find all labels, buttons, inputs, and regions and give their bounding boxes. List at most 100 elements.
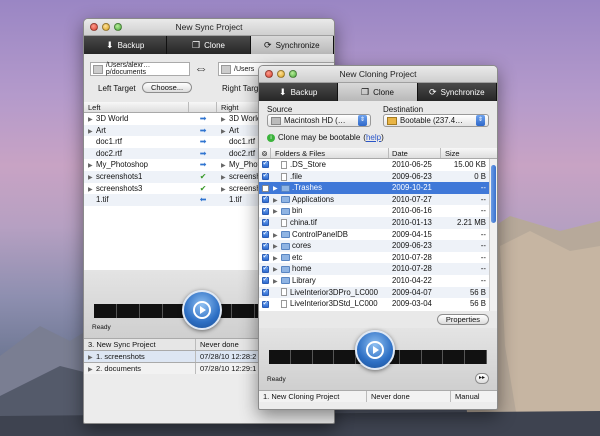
project-state: Never done — [367, 391, 451, 402]
tab-backup[interactable]: ⬇ Backup — [259, 83, 339, 101]
drive-icon — [387, 116, 397, 125]
date-column-header[interactable]: Date — [389, 148, 441, 158]
check-icon[interactable]: ✔ — [189, 171, 217, 183]
include-checkbox[interactable] — [261, 275, 269, 285]
file-date: 2010-06-16 — [392, 206, 432, 216]
close-icon[interactable] — [90, 23, 98, 31]
skip-button[interactable]: ▸▸ — [474, 373, 489, 384]
include-checkbox[interactable] — [261, 217, 269, 227]
disclosure-icon[interactable]: ▶ — [221, 127, 229, 137]
file-row[interactable]: china.tif 2010-01-13 2.21 MB — [259, 216, 489, 229]
disclosure-icon[interactable]: ▶ — [273, 207, 281, 217]
disclosure-icon[interactable]: ▶ — [221, 173, 229, 183]
folder-icon — [281, 231, 290, 238]
destination-popup[interactable]: Bootable (237.4… ⇕ — [383, 114, 489, 127]
file-row[interactable]: ▶ Library 2010-04-22 -- — [259, 275, 489, 287]
include-checkbox[interactable] — [261, 194, 269, 204]
file-row[interactable]: ▶ cores 2009-06-23 -- — [259, 240, 489, 252]
disclosure-icon[interactable]: ▶ — [88, 364, 96, 376]
file-row[interactable]: LiveInterior3DPro_LC000 2009-04-07 56 B — [259, 286, 489, 299]
file-row[interactable]: ▶ .Trashes 2009-10-21 -- — [259, 182, 489, 194]
disclosure-icon[interactable]: ▶ — [273, 231, 281, 241]
disclosure-icon[interactable]: ▶ — [221, 115, 229, 125]
project-name: 1. screenshots — [96, 352, 145, 361]
start-sync-button[interactable] — [182, 290, 222, 330]
file-size: 56 B — [469, 299, 486, 309]
project-status-bar[interactable]: 1. New Cloning Project Never done Manual — [259, 390, 497, 402]
disclosure-icon[interactable]: ▶ — [273, 184, 281, 194]
disclosure-icon[interactable]: ▶ — [88, 185, 96, 195]
left-item-name: My_Photoshop — [96, 160, 149, 170]
include-checkbox[interactable] — [261, 241, 269, 250]
tab-backup[interactable]: ⬇ Backup — [84, 36, 168, 54]
arrow-right-icon[interactable]: ➡ — [189, 148, 217, 160]
include-checkbox[interactable] — [261, 206, 269, 215]
tab-synchronize[interactable]: ⟳ Synchronize — [418, 83, 497, 101]
file-name: cores — [292, 241, 312, 251]
include-checkbox[interactable] — [261, 159, 269, 169]
tab-backup-label: Backup — [117, 40, 145, 50]
folder-icon — [281, 242, 290, 250]
disclosure-icon[interactable]: ▶ — [88, 161, 96, 171]
scroll-thumb[interactable] — [491, 165, 496, 223]
tab-synchronize[interactable]: ⟳ Synchronize — [250, 36, 334, 54]
project-name: 1. New Cloning Project — [259, 391, 367, 402]
destination-value: Bootable (237.4… — [400, 116, 463, 125]
files-scrollbar[interactable] — [489, 159, 497, 311]
arrow-right-icon[interactable]: ➡ — [189, 159, 217, 171]
arrow-left-icon[interactable]: ⬅ — [189, 194, 217, 206]
disclosure-icon[interactable]: ▶ — [273, 277, 281, 287]
start-clone-button[interactable] — [355, 330, 395, 370]
arrow-right-icon[interactable]: ➡ — [189, 136, 217, 148]
file-row[interactable]: ▶ home 2010-07-28 -- — [259, 263, 489, 275]
disclosure-icon[interactable]: ▶ — [273, 242, 281, 252]
swap-arrows-icon[interactable]: ⇔ — [194, 60, 208, 76]
disclosure-icon[interactable]: ▶ — [221, 161, 229, 171]
left-path-field[interactable]: /Users/alexr…p/documents — [90, 62, 190, 76]
disclosure-icon[interactable]: ▶ — [273, 196, 281, 206]
files-column-header[interactable]: Folders & Files — [271, 148, 389, 158]
file-size: 2.21 MB — [456, 217, 486, 227]
file-row[interactable]: ▶ Applications 2010-07-27 -- — [259, 193, 489, 206]
arrow-right-icon[interactable]: ➡ — [189, 113, 217, 125]
include-checkbox[interactable] — [261, 287, 269, 296]
include-checkbox[interactable] — [261, 229, 269, 238]
minimize-icon[interactable] — [102, 23, 110, 31]
minimize-icon[interactable] — [277, 70, 285, 78]
include-checkbox[interactable] — [261, 184, 269, 192]
file-row[interactable]: ▶ bin 2010-06-16 -- — [259, 205, 489, 217]
zoom-icon[interactable] — [114, 23, 122, 31]
info-icon: i — [267, 133, 275, 142]
disclosure-icon[interactable]: ▶ — [88, 115, 96, 125]
files-list-container: .DS_Store 2010-06-25 15.00 KB .file 2009-06-… — [259, 159, 497, 311]
file-date: 2009-04-15 — [392, 229, 432, 239]
file-row[interactable]: ▶ etc 2010-07-28 -- — [259, 252, 489, 264]
disclosure-icon[interactable]: ▶ — [273, 254, 281, 264]
close-icon[interactable] — [265, 70, 273, 78]
file-row[interactable]: LiveInterior3DStd_LC000 2009-03-04 56 B — [259, 298, 489, 310]
disclosure-icon[interactable]: ▶ — [273, 265, 281, 275]
file-row[interactable]: ▶ ControlPanelDB 2009-04-15 -- — [259, 229, 489, 241]
size-column-header[interactable]: Size — [441, 148, 497, 158]
zoom-icon[interactable] — [289, 70, 297, 78]
file-row[interactable]: .DS_Store 2010-06-25 15.00 KB — [259, 159, 489, 171]
clone-icon: ❐ — [192, 39, 201, 50]
arrow-right-icon[interactable]: ➡ — [189, 125, 217, 137]
file-row[interactable]: .file 2009-06-23 0 B — [259, 170, 489, 183]
check-icon[interactable]: ✔ — [189, 183, 217, 195]
choose-button[interactable]: Choose... — [142, 82, 193, 93]
include-checkbox[interactable] — [261, 171, 269, 181]
include-checkbox[interactable] — [261, 264, 269, 273]
tab-clone[interactable]: ❐ Clone — [338, 83, 418, 101]
title-bar: New Cloning Project — [259, 66, 497, 83]
disclosure-icon[interactable]: ▶ — [88, 173, 96, 183]
include-checkbox[interactable] — [261, 299, 269, 308]
left-column-header[interactable]: Left — [84, 102, 189, 112]
disclosure-icon[interactable]: ▶ — [88, 127, 96, 137]
source-popup[interactable]: Macintosh HD (… ⇕ — [267, 114, 371, 127]
tab-clone[interactable]: ❐ Clone — [167, 36, 251, 54]
include-checkbox[interactable] — [261, 252, 269, 262]
help-link[interactable]: help — [366, 133, 381, 142]
properties-button[interactable]: Properties — [436, 314, 489, 325]
disclosure-icon[interactable]: ▶ — [221, 185, 229, 195]
